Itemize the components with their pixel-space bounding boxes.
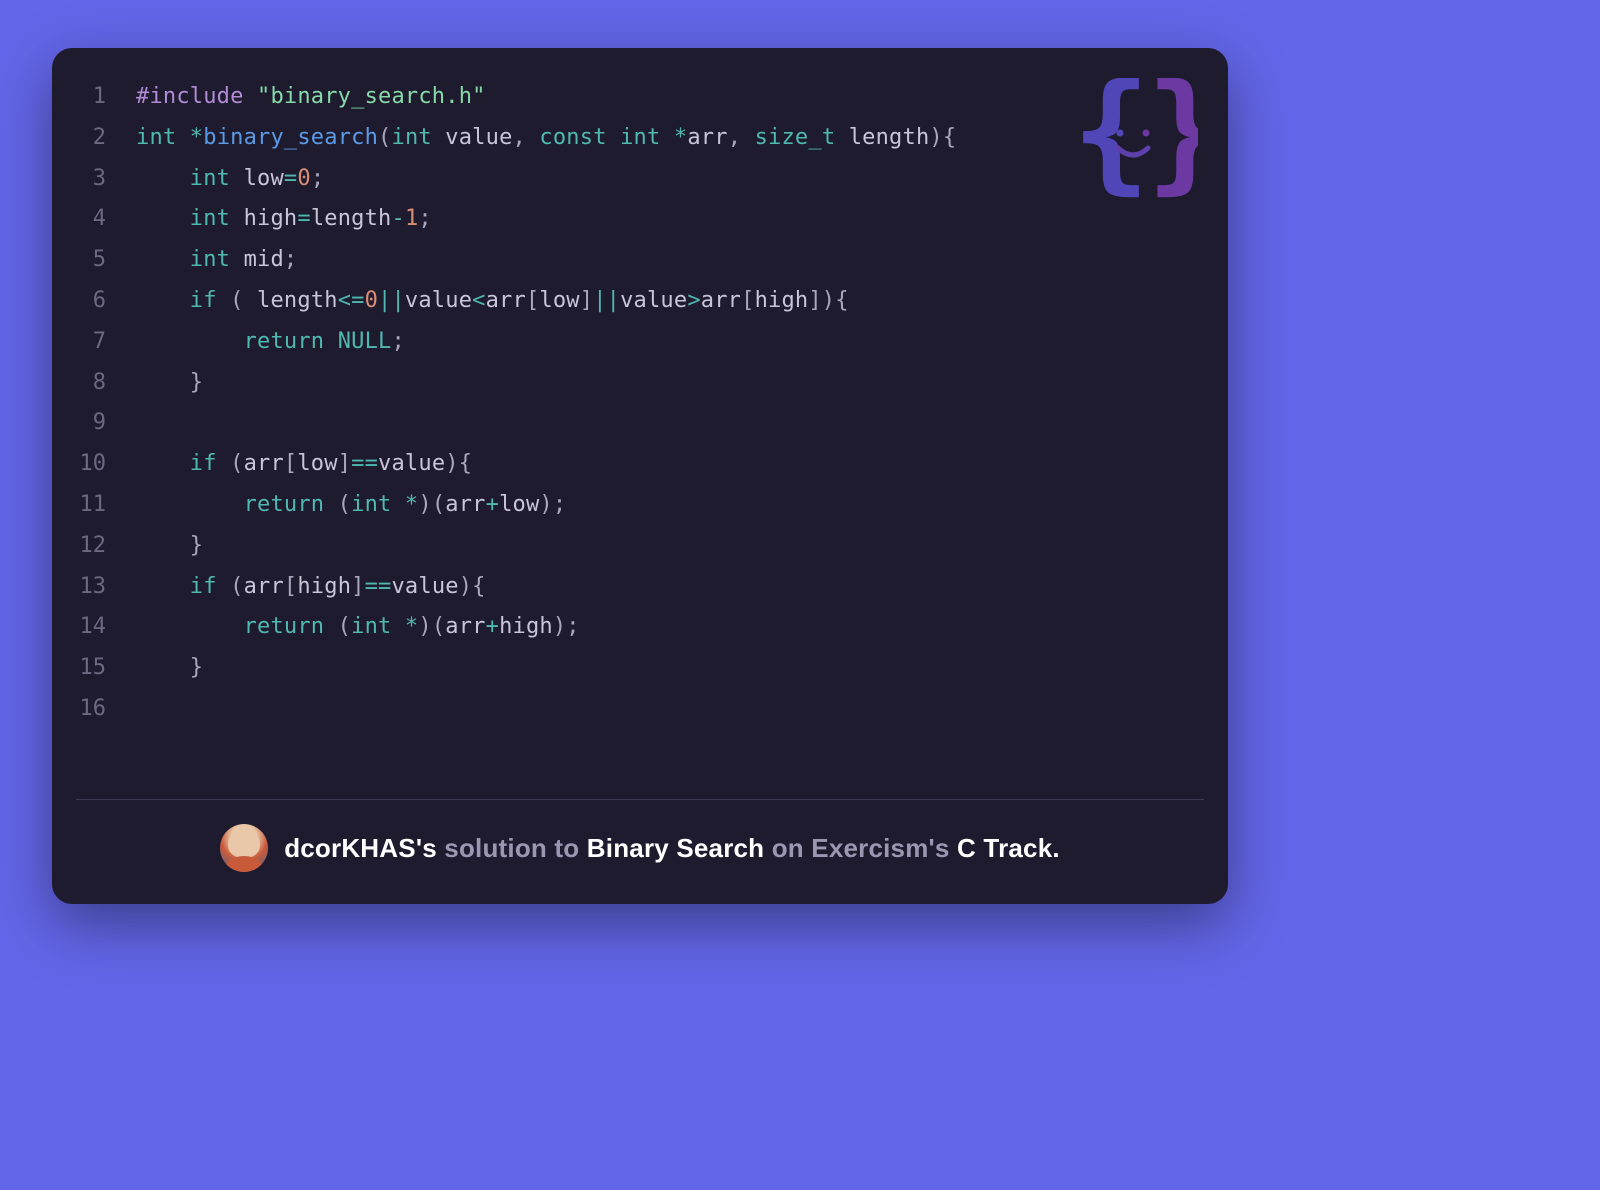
line-number: 13 (76, 574, 136, 599)
line-number: 6 (76, 288, 136, 313)
code-content: } (136, 655, 203, 680)
code-line: 3 int low=0; (76, 166, 1204, 207)
code-content: int mid; (136, 247, 297, 272)
line-number: 12 (76, 533, 136, 558)
code-content: #include "binary_search.h" (136, 84, 486, 109)
code-line: 11 return (int *)(arr+low); (76, 492, 1204, 533)
attribution-footer: dcorKHAS's solution to Binary Search on … (76, 799, 1204, 904)
line-number: 8 (76, 370, 136, 395)
code-line: 8 } (76, 370, 1204, 411)
code-line: 4 int high=length-1; (76, 206, 1204, 247)
code-content: int high=length-1; (136, 206, 432, 231)
exercism-logo-icon: { } (1068, 78, 1198, 208)
username: dcorKHAS (284, 833, 416, 863)
line-number: 10 (76, 451, 136, 476)
code-content: } (136, 370, 203, 395)
code-line: 2int *binary_search(int value, const int… (76, 125, 1204, 166)
line-number: 14 (76, 614, 136, 639)
line-number: 9 (76, 410, 136, 435)
code-line: 5 int mid; (76, 247, 1204, 288)
code-card: { } 1#include "binary_search.h"2int *bin… (52, 48, 1228, 904)
attribution-text: dcorKHAS's solution to Binary Search on … (284, 833, 1060, 864)
code-content: if (arr[low]==value){ (136, 451, 472, 476)
code-line: 6 if ( length<=0||value<arr[low]||value>… (76, 288, 1204, 329)
line-number: 7 (76, 329, 136, 354)
line-number: 2 (76, 125, 136, 150)
avatar (220, 824, 268, 872)
line-number: 11 (76, 492, 136, 517)
code-content: return NULL; (136, 329, 405, 354)
code-line: 16 (76, 696, 1204, 737)
line-number: 5 (76, 247, 136, 272)
code-editor: 1#include "binary_search.h"2int *binary_… (76, 84, 1204, 799)
code-line: 12 } (76, 533, 1204, 574)
line-number: 3 (76, 166, 136, 191)
line-number: 16 (76, 696, 136, 721)
code-line: 1#include "binary_search.h" (76, 84, 1204, 125)
line-number: 1 (76, 84, 136, 109)
code-line: 7 return NULL; (76, 329, 1204, 370)
code-content: return (int *)(arr+high); (136, 614, 580, 639)
code-content: } (136, 533, 203, 558)
code-line: 15 } (76, 655, 1204, 696)
svg-text:}: } (1146, 78, 1198, 207)
line-number: 15 (76, 655, 136, 680)
code-line: 9 (76, 410, 1204, 451)
line-number: 4 (76, 206, 136, 231)
code-line: 13 if (arr[high]==value){ (76, 574, 1204, 615)
code-content: int low=0; (136, 166, 324, 191)
code-line: 14 return (int *)(arr+high); (76, 614, 1204, 655)
code-content: if ( length<=0||value<arr[low]||value>ar… (136, 288, 849, 313)
code-line: 10 if (arr[low]==value){ (76, 451, 1204, 492)
code-content: return (int *)(arr+low); (136, 492, 566, 517)
svg-text:{: { (1072, 78, 1150, 207)
code-content: if (arr[high]==value){ (136, 574, 486, 599)
code-content: int *binary_search(int value, const int … (136, 125, 956, 150)
